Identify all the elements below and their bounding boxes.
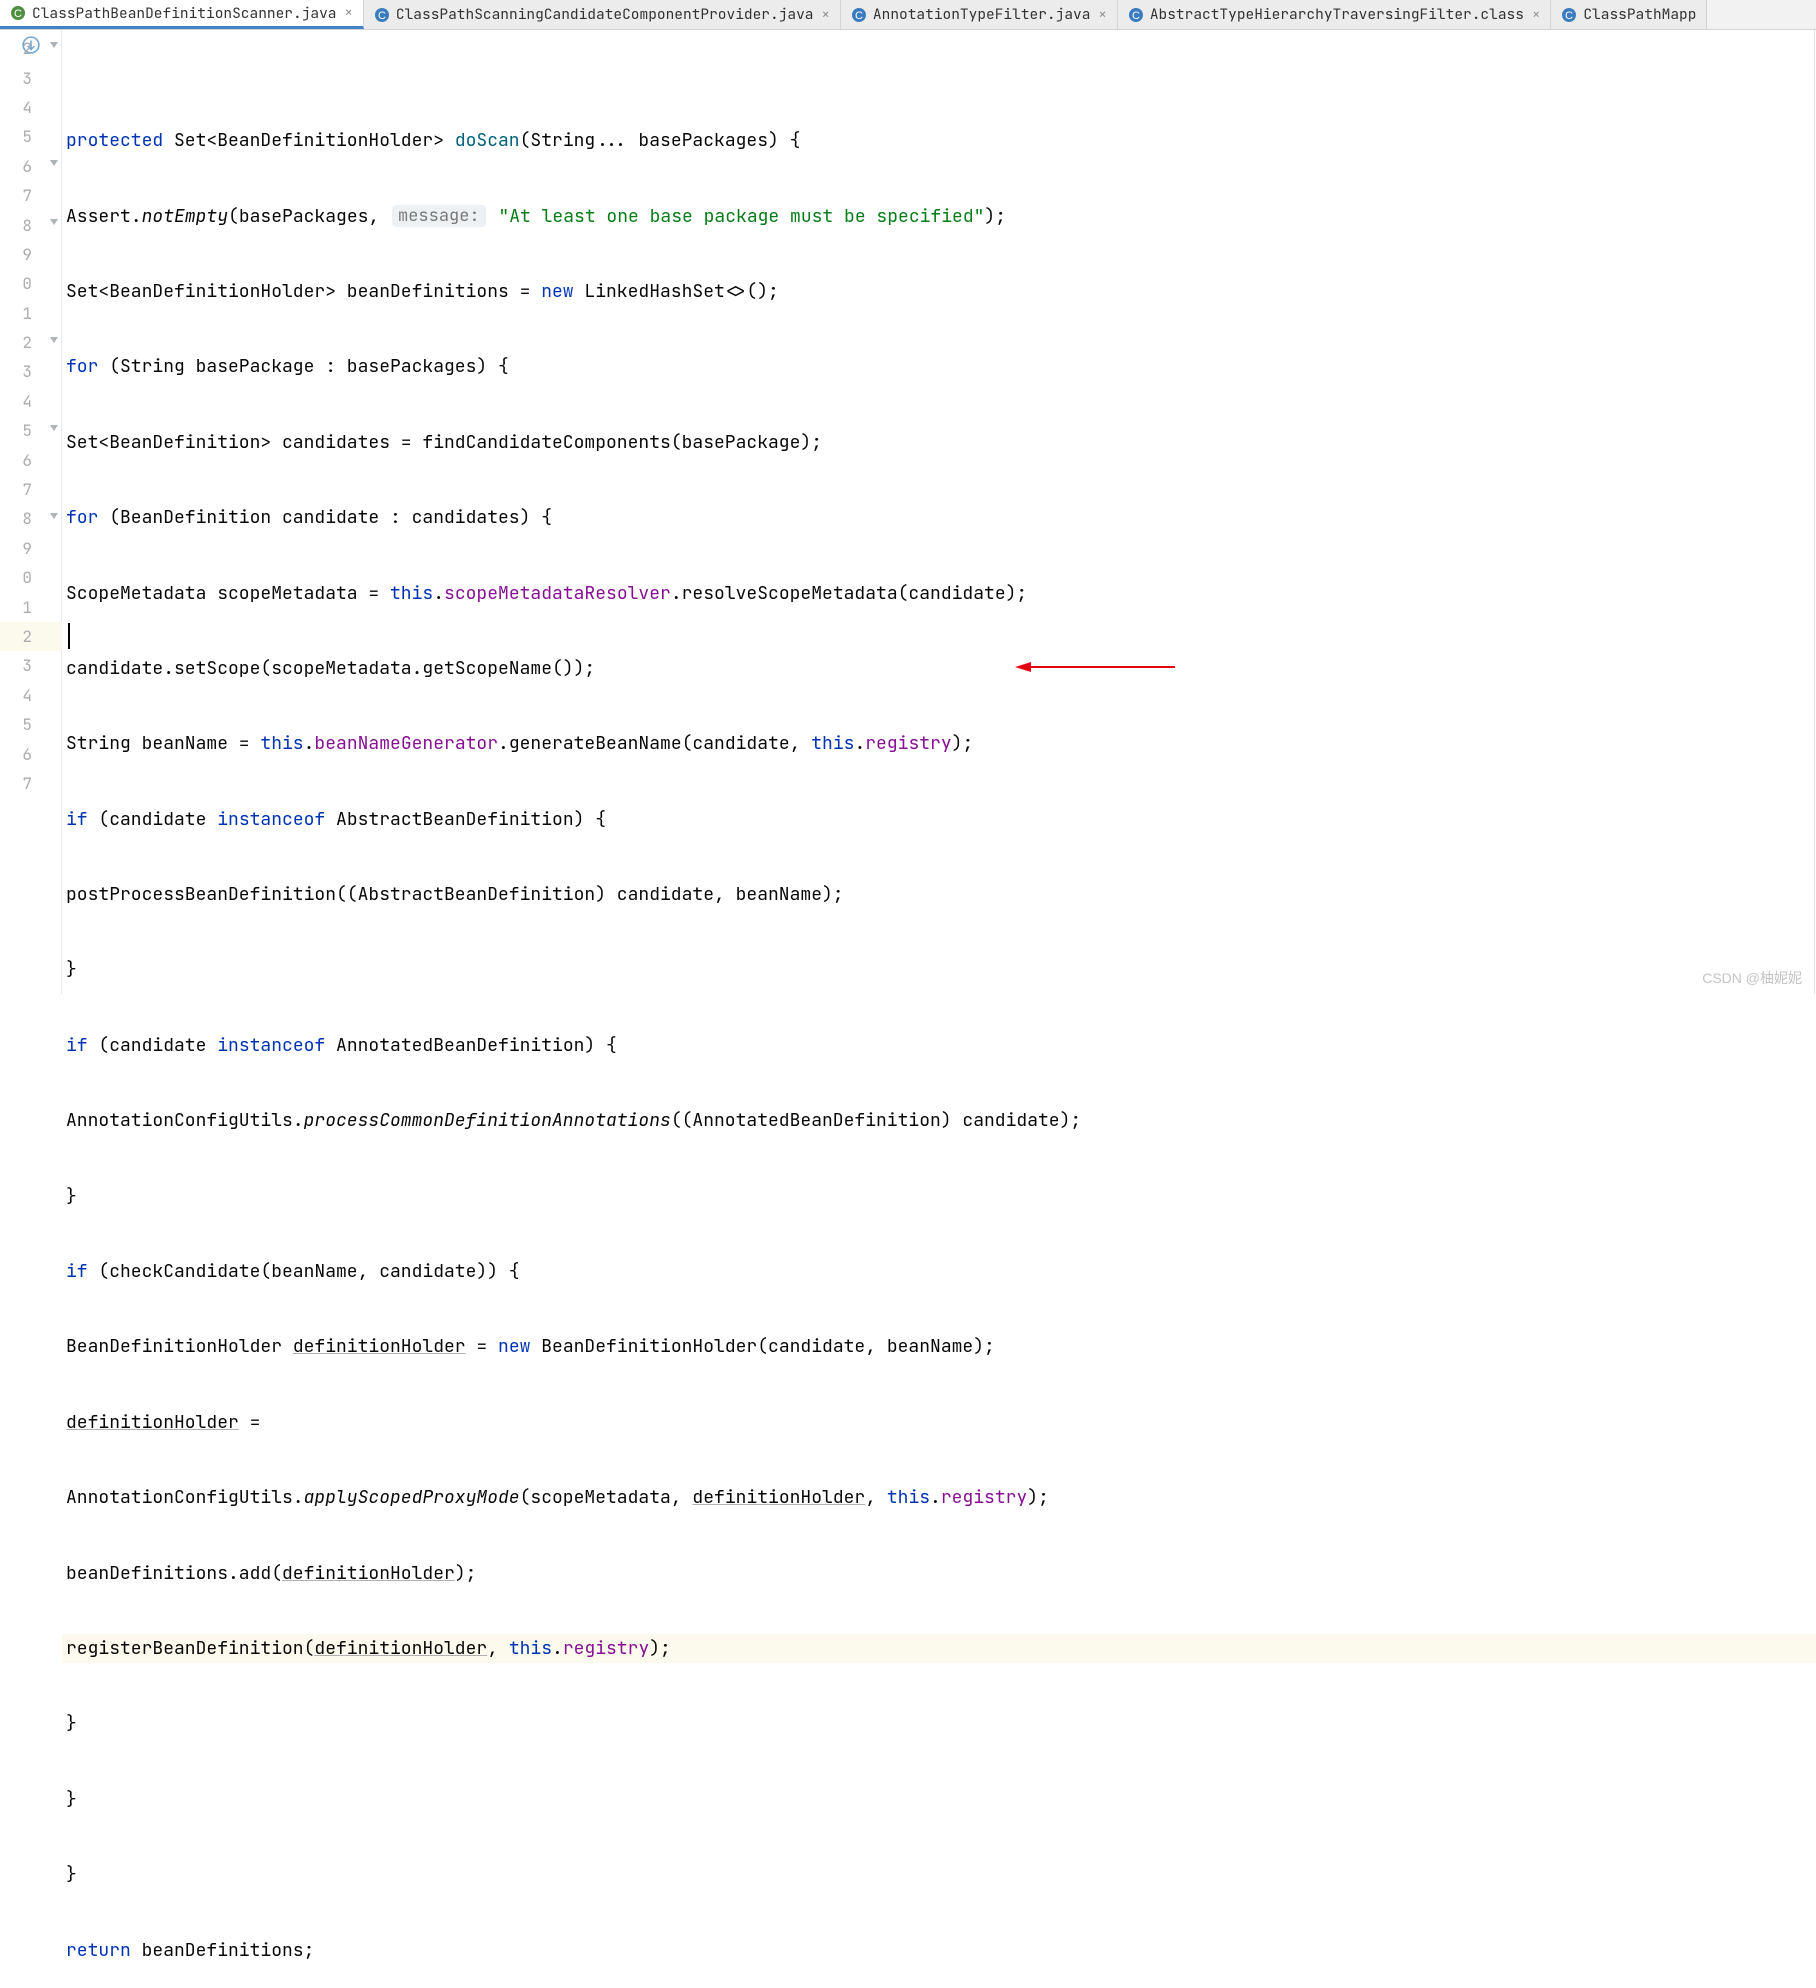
code-line: postProcessBeanDefinition((AbstractBeanD…: [62, 880, 1816, 909]
code-line: AnnotationConfigUtils.applyScopedProxyMo…: [62, 1483, 1816, 1512]
caret: [68, 623, 70, 649]
svg-text:C: C: [855, 10, 863, 22]
code-editor[interactable]: 2 3 4 5 6 7 8 9 0 1 2 3 4 5 6 7 8 9 0 1 …: [0, 30, 1816, 994]
code-line: ScopeMetadata scopeMetadata = this.scope…: [62, 578, 1816, 607]
close-icon[interactable]: ×: [822, 6, 830, 24]
close-icon[interactable]: ×: [345, 4, 353, 22]
tab-file-3[interactable]: C AnnotationTypeFilter.java ×: [841, 0, 1118, 29]
line-number: 4: [22, 685, 32, 706]
line-number: 6: [22, 744, 32, 765]
java-class-icon: C: [1128, 7, 1144, 23]
line-number: 0: [22, 273, 32, 294]
java-class-icon: C: [1561, 7, 1577, 23]
svg-text:C: C: [378, 10, 386, 22]
tab-label: AbstractTypeHierarchyTraversingFilter.cl…: [1150, 5, 1524, 24]
code-line-current: registerBeanDefinition(definitionHolder,…: [62, 1634, 1816, 1663]
line-number: 8: [22, 508, 32, 529]
editor-right-border: [1814, 30, 1815, 994]
line-number: 9: [22, 538, 32, 559]
code-line: protected Set<BeanDefinitionHolder> doSc…: [62, 126, 1816, 155]
line-number: 6: [22, 156, 32, 177]
code-line: }: [62, 955, 1816, 984]
line-number: 1: [22, 303, 32, 324]
code-line: BeanDefinitionHolder definitionHolder = …: [62, 1332, 1816, 1361]
java-class-icon: C: [374, 7, 390, 23]
tab-file-1[interactable]: C ClassPathBeanDefinitionScanner.java ×: [0, 0, 364, 29]
tab-file-5[interactable]: C ClassPathMapp: [1551, 0, 1707, 29]
code-line: if (candidate instanceof AbstractBeanDef…: [62, 805, 1816, 834]
svg-text:C: C: [1565, 10, 1573, 22]
line-number: 7: [22, 479, 32, 500]
line-number: 3: [22, 361, 32, 382]
code-line: }: [62, 1181, 1816, 1210]
watermark: CSDN @柚妮妮: [1702, 968, 1802, 988]
svg-text:C: C: [1132, 10, 1140, 22]
close-icon[interactable]: ×: [1098, 6, 1106, 24]
code-line: for (BeanDefinition candidate : candidat…: [62, 503, 1816, 532]
line-number: 5: [22, 420, 32, 441]
close-icon[interactable]: ×: [1532, 6, 1540, 24]
param-hint: message:: [392, 205, 486, 227]
code-line: }: [62, 1785, 1816, 1814]
code-line: }: [62, 1709, 1816, 1738]
java-class-icon: C: [851, 7, 867, 23]
editor-tabs: C ClassPathBeanDefinitionScanner.java × …: [0, 0, 1816, 30]
line-number: 4: [22, 97, 32, 118]
line-number: 3: [22, 655, 32, 676]
gutter: 2 3 4 5 6 7 8 9 0 1 2 3 4 5 6 7 8 9 0 1 …: [0, 30, 62, 994]
line-number: 1: [22, 597, 32, 618]
line-number: 2: [22, 332, 32, 353]
line-number: 2: [22, 626, 32, 647]
tab-label: ClassPathScanningCandidateComponentProvi…: [396, 5, 814, 24]
code-area[interactable]: protected Set<BeanDefinitionHolder> doSc…: [62, 30, 1816, 994]
line-number: 8: [22, 215, 32, 236]
line-number: 9: [22, 244, 32, 265]
tab-file-4[interactable]: C AbstractTypeHierarchyTraversingFilter.…: [1118, 0, 1552, 29]
line-number: 6: [22, 450, 32, 471]
code-line: Set<BeanDefinitionHolder> beanDefinition…: [62, 277, 1816, 306]
annotation-arrow-icon: [950, 633, 1110, 639]
line-number: 0: [22, 567, 32, 588]
java-class-icon: C: [10, 5, 26, 21]
tab-label: ClassPathBeanDefinitionScanner.java: [32, 4, 337, 23]
code-line: candidate.setScope(scopeMetadata.getScop…: [62, 654, 1816, 683]
line-number: 5: [22, 714, 32, 735]
code-line: Assert.notEmpty(basePackages, message: "…: [62, 201, 1816, 230]
line-number: 5: [22, 126, 32, 147]
code-line: }: [62, 1860, 1816, 1889]
code-line: definitionHolder =: [62, 1408, 1816, 1437]
code-line: String beanName = this.beanNameGenerator…: [62, 729, 1816, 758]
code-line: Set<BeanDefinition> candidates = findCan…: [62, 428, 1816, 457]
line-number: 7: [22, 773, 32, 794]
tab-file-2[interactable]: C ClassPathScanningCandidateComponentPro…: [364, 0, 841, 29]
code-line: if (candidate instanceof AnnotatedBeanDe…: [62, 1031, 1816, 1060]
code-line: beanDefinitions.add(definitionHolder);: [62, 1558, 1816, 1587]
line-number: 3: [22, 68, 32, 89]
code-line: for (String basePackage : basePackages) …: [62, 352, 1816, 381]
code-line: if (checkCandidate(beanName, candidate))…: [62, 1257, 1816, 1286]
line-number: 7: [22, 185, 32, 206]
code-line: AnnotationConfigUtils.processCommonDefin…: [62, 1106, 1816, 1135]
tab-label: AnnotationTypeFilter.java: [873, 5, 1091, 24]
svg-text:C: C: [14, 8, 22, 20]
code-line: return beanDefinitions;: [62, 1935, 1816, 1964]
tab-label: ClassPathMapp: [1583, 5, 1696, 24]
line-number: 4: [22, 391, 32, 412]
line-number: 2: [22, 38, 32, 59]
